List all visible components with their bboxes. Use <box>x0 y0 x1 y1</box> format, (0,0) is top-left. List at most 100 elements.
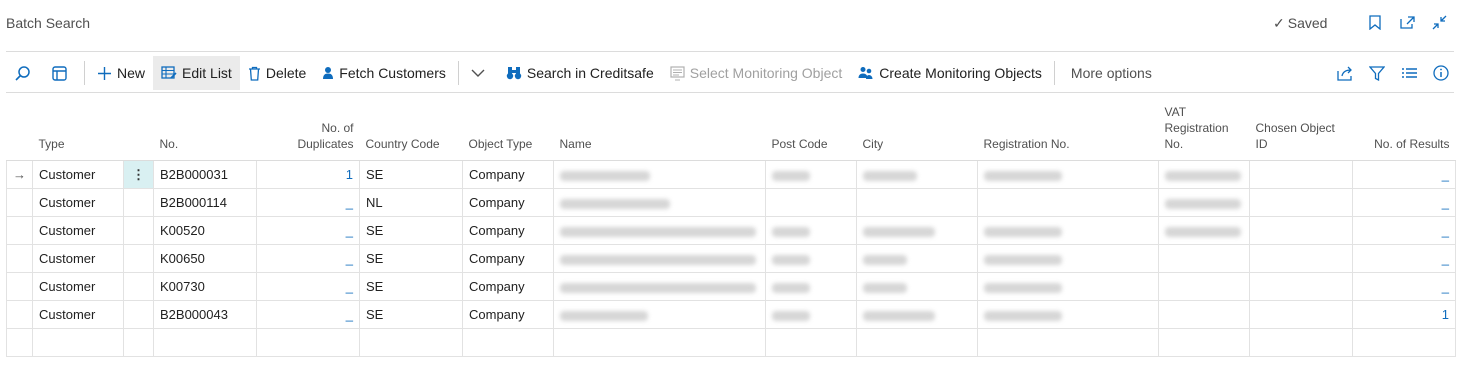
table-row[interactable]: → Customer ⋮ B2B000031 1 SE Company _ <box>6 160 1456 189</box>
cell-country[interactable]: SE <box>359 160 463 189</box>
info-icon[interactable] <box>1432 65 1450 81</box>
cell-type[interactable]: Customer <box>32 300 124 329</box>
cell-type[interactable]: Customer <box>32 244 124 273</box>
empty-cell[interactable] <box>256 328 360 357</box>
cell-registration[interactable] <box>977 244 1159 273</box>
table-row[interactable]: Customer K00650 _ SE Company _ <box>6 244 1456 273</box>
create-monitoring-button[interactable]: Create Monitoring Objects <box>850 56 1050 90</box>
cell-post-code[interactable] <box>765 272 857 301</box>
collapse-icon[interactable] <box>1430 13 1448 31</box>
cell-registration[interactable] <box>977 272 1159 301</box>
cell-results[interactable]: _ <box>1352 160 1456 189</box>
cell-registration[interactable] <box>977 160 1159 189</box>
cell-city[interactable] <box>856 300 978 329</box>
cell-chosen-object[interactable] <box>1249 272 1353 301</box>
edit-list-button[interactable]: Edit List <box>153 56 240 90</box>
column-header-post-code[interactable]: Post Code <box>765 104 857 161</box>
cell-registration[interactable] <box>977 300 1159 329</box>
cell-duplicates[interactable]: _ <box>256 272 360 301</box>
cell-country[interactable]: SE <box>359 216 463 245</box>
cell-post-code[interactable] <box>765 300 857 329</box>
cell-object-type[interactable]: Company <box>462 300 554 329</box>
empty-cell[interactable] <box>359 328 463 357</box>
table-row[interactable]: Customer K00520 _ SE Company _ <box>6 216 1456 245</box>
empty-cell[interactable] <box>1158 328 1250 357</box>
cell-chosen-object[interactable] <box>1249 244 1353 273</box>
cell-name[interactable] <box>553 244 766 273</box>
cell-chosen-object[interactable] <box>1249 188 1353 217</box>
filter-icon[interactable] <box>1368 65 1386 81</box>
empty-cell[interactable] <box>553 328 766 357</box>
select-monitoring-button[interactable]: Select Monitoring Object <box>662 56 851 90</box>
cell-vat[interactable] <box>1158 160 1250 189</box>
cell-post-code[interactable] <box>765 244 857 273</box>
cell-name[interactable] <box>553 160 766 189</box>
cell-results[interactable]: _ <box>1352 244 1456 273</box>
fetch-customers-button[interactable]: Fetch Customers <box>314 56 454 90</box>
column-header-results[interactable]: No. of Results <box>1352 104 1456 161</box>
column-header-duplicates[interactable]: No. of Duplicates <box>256 104 360 161</box>
column-header-city[interactable]: City <box>856 104 978 161</box>
empty-cell[interactable] <box>1352 328 1456 357</box>
cell-results[interactable]: _ <box>1352 272 1456 301</box>
cell-name[interactable] <box>553 272 766 301</box>
cell-duplicates[interactable]: _ <box>256 300 360 329</box>
cell-duplicates[interactable]: _ <box>256 244 360 273</box>
more-options-button[interactable]: More options <box>1059 56 1160 90</box>
table-row[interactable]: Customer B2B000043 _ SE Company 1 <box>6 300 1456 329</box>
cell-post-code[interactable] <box>765 188 857 217</box>
cell-country[interactable]: SE <box>359 272 463 301</box>
cell-name[interactable] <box>553 216 766 245</box>
empty-cell[interactable] <box>462 328 554 357</box>
cell-duplicates[interactable]: _ <box>256 188 360 217</box>
column-header-no[interactable]: No. <box>153 104 257 161</box>
cell-duplicates[interactable]: 1 <box>256 160 360 189</box>
cell-object-type[interactable]: Company <box>462 160 554 189</box>
empty-cell[interactable] <box>765 328 857 357</box>
cell-post-code[interactable] <box>765 160 857 189</box>
table-row-empty[interactable] <box>6 328 1456 357</box>
search-creditsafe-button[interactable]: Search in Creditsafe <box>498 56 662 90</box>
search-button[interactable] <box>6 56 44 90</box>
cell-no[interactable]: K00730 <box>153 272 257 301</box>
cell-city[interactable] <box>856 160 978 189</box>
column-header-object-type[interactable]: Object Type <box>462 104 554 161</box>
row-menu-icon[interactable]: ⋮ <box>123 160 154 189</box>
cell-city[interactable] <box>856 188 978 217</box>
cell-results[interactable]: _ <box>1352 216 1456 245</box>
cell-object-type[interactable]: Company <box>462 216 554 245</box>
new-button[interactable]: New <box>89 56 153 90</box>
cell-object-type[interactable]: Company <box>462 244 554 273</box>
cell-name[interactable] <box>553 188 766 217</box>
cell-duplicates[interactable]: _ <box>256 216 360 245</box>
page-view-button[interactable] <box>44 56 80 90</box>
empty-cell[interactable] <box>977 328 1159 357</box>
open-new-icon[interactable] <box>1398 13 1416 31</box>
cell-results[interactable]: _ <box>1352 188 1456 217</box>
cell-no[interactable]: B2B000043 <box>153 300 257 329</box>
table-row[interactable]: Customer B2B000114 _ NL Company _ <box>6 188 1456 217</box>
cell-vat[interactable] <box>1158 272 1250 301</box>
cell-registration[interactable] <box>977 188 1159 217</box>
bookmark-icon[interactable] <box>1366 13 1384 31</box>
cell-type[interactable]: Customer <box>32 216 124 245</box>
cell-type[interactable]: Customer <box>32 160 124 189</box>
cell-results[interactable]: 1 <box>1352 300 1456 329</box>
delete-button[interactable]: Delete <box>240 56 314 90</box>
column-header-name[interactable]: Name <box>553 104 766 161</box>
cell-city[interactable] <box>856 216 978 245</box>
cell-post-code[interactable] <box>765 216 857 245</box>
column-header-chosen-object[interactable]: Chosen Object ID <box>1249 104 1353 161</box>
cell-city[interactable] <box>856 244 978 273</box>
cell-chosen-object[interactable] <box>1249 160 1353 189</box>
column-header-registration[interactable]: Registration No. <box>977 104 1159 161</box>
cell-city[interactable] <box>856 272 978 301</box>
cell-no[interactable]: B2B000114 <box>153 188 257 217</box>
list-icon[interactable] <box>1400 67 1418 79</box>
cell-country[interactable]: SE <box>359 244 463 273</box>
cell-chosen-object[interactable] <box>1249 300 1353 329</box>
cell-vat[interactable] <box>1158 216 1250 245</box>
empty-cell[interactable] <box>856 328 978 357</box>
cell-vat[interactable] <box>1158 188 1250 217</box>
column-header-type[interactable]: Type <box>32 104 124 161</box>
